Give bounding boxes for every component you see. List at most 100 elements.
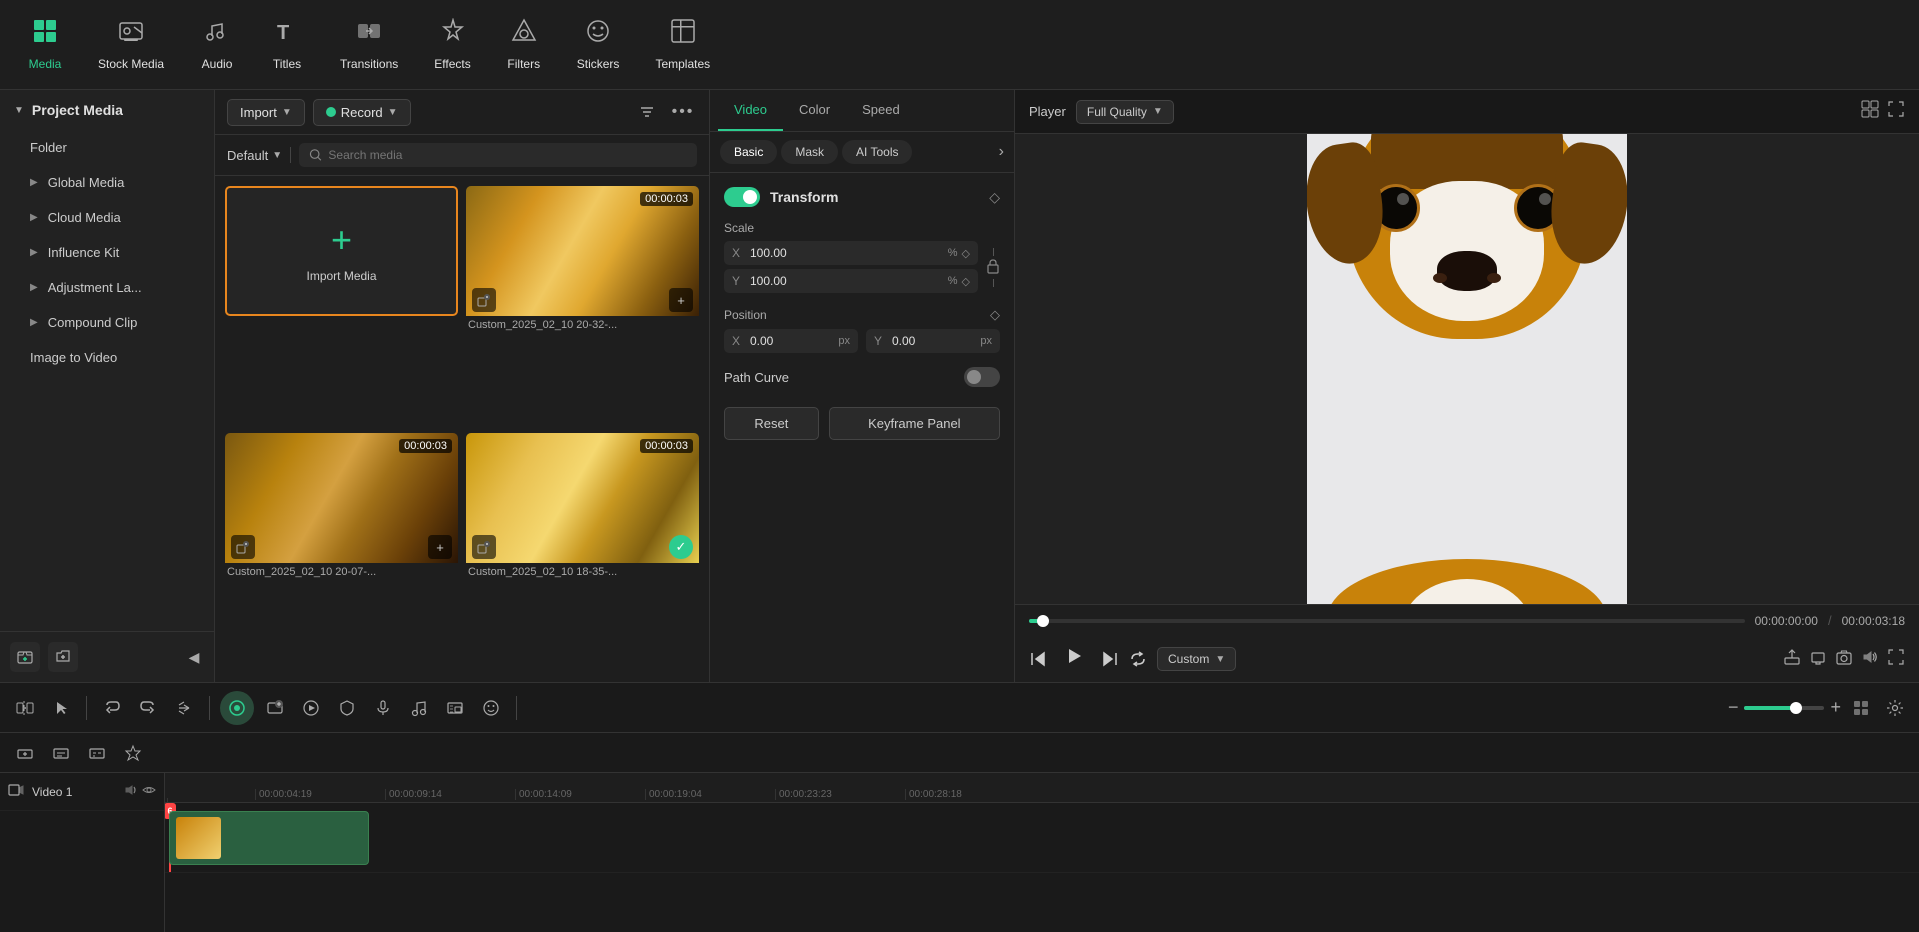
sidebar-item-adjustment-layer[interactable]: ▶ Adjustment La... xyxy=(0,270,214,305)
track-eye-icon[interactable] xyxy=(142,783,156,800)
ruler-mark-4: 00:00:19:04 xyxy=(645,789,705,800)
tl-play-forward-button[interactable] xyxy=(296,693,326,723)
sidebar-item-folder[interactable]: Folder xyxy=(0,130,214,165)
scale-x-input[interactable]: X % ◇ xyxy=(724,241,978,265)
tl-playhead-button[interactable] xyxy=(220,691,254,725)
position-x-input[interactable]: X px xyxy=(724,329,858,353)
nav-stock-media[interactable]: Stock Media xyxy=(80,11,182,79)
transform-toggle[interactable] xyxy=(724,187,760,207)
volume-button[interactable] xyxy=(1861,648,1879,671)
tl-captions-button[interactable] xyxy=(46,738,76,768)
nav-media[interactable]: Media xyxy=(10,10,80,79)
media-item-clip2[interactable]: 00:00:03 + Custom_2025_02_10 20-07-... xyxy=(225,433,458,672)
nav-audio[interactable]: Audio xyxy=(182,10,252,79)
record-button[interactable]: Record ▼ xyxy=(313,99,411,126)
position-y-value[interactable] xyxy=(892,334,976,348)
tl-zoom-out-button[interactable]: − xyxy=(1728,697,1739,718)
snapshot-button[interactable] xyxy=(1835,648,1853,671)
export-button[interactable] xyxy=(1783,648,1801,671)
tab-video[interactable]: Video xyxy=(718,90,783,131)
position-diamond-icon[interactable]: ◇ xyxy=(990,307,1000,323)
sidebar-project-media[interactable]: ▼ Project Media xyxy=(0,90,214,130)
sidebar-item-cloud-media[interactable]: ▶ Cloud Media xyxy=(0,200,214,235)
clip3-add-to-timeline-button[interactable] xyxy=(472,535,496,559)
scale-y-input[interactable]: Y % ◇ xyxy=(724,269,978,293)
tl-ai-button[interactable] xyxy=(118,738,148,768)
tl-undo-button[interactable] xyxy=(97,693,127,723)
fullscreen-button[interactable] xyxy=(1887,648,1905,671)
fullscreen-device-button[interactable] xyxy=(1809,648,1827,671)
tl-mic-button[interactable] xyxy=(368,693,398,723)
tl-split-button[interactable] xyxy=(10,693,40,723)
subtabs-more-button[interactable]: › xyxy=(999,143,1004,161)
tl-zoom-in-button[interactable]: + xyxy=(1830,697,1841,718)
new-folder-button[interactable] xyxy=(48,642,78,672)
nav-effects[interactable]: Effects xyxy=(416,10,488,79)
add-media-folder-button[interactable] xyxy=(10,642,40,672)
nav-titles[interactable]: T Titles xyxy=(252,10,322,79)
tl-shield-button[interactable] xyxy=(332,693,362,723)
scale-y-diamond-icon[interactable]: ◇ xyxy=(962,275,970,288)
layout-grid-icon[interactable] xyxy=(1861,100,1879,123)
media-item-clip1[interactable]: 00:00:03 + Custom_2025_02_10 20-32-... xyxy=(466,186,699,425)
subtab-ai-tools[interactable]: AI Tools xyxy=(842,140,912,164)
nav-transitions[interactable]: Transitions xyxy=(322,10,416,79)
sidebar-item-influence-kit[interactable]: ▶ Influence Kit xyxy=(0,235,214,270)
layout-expand-icon[interactable] xyxy=(1887,100,1905,123)
lock-icon[interactable] xyxy=(986,258,1000,277)
tl-zoom-track[interactable] xyxy=(1744,706,1824,710)
nav-stickers[interactable]: Stickers xyxy=(559,10,638,79)
track-volume-icon[interactable] xyxy=(124,783,138,800)
media-item-clip3[interactable]: 00:00:03 ✓ Custom_2025_02_10 18-35-... xyxy=(466,433,699,672)
sidebar-item-image-to-video[interactable]: Image to Video xyxy=(0,340,214,375)
clip1-add-to-timeline-button[interactable] xyxy=(472,288,496,312)
lock-line-bottom xyxy=(993,279,994,287)
scale-x-value[interactable] xyxy=(750,246,944,260)
position-y-input[interactable]: Y px xyxy=(866,329,1000,353)
subtab-basic[interactable]: Basic xyxy=(720,140,777,164)
nav-filters[interactable]: Filters xyxy=(489,10,559,79)
filter-icon-button[interactable] xyxy=(633,98,661,126)
search-input[interactable] xyxy=(328,148,687,162)
sidebar-collapse-button[interactable]: ◀ xyxy=(184,647,204,667)
tl-sticker-track-button[interactable] xyxy=(82,738,112,768)
time-slider[interactable] xyxy=(1029,619,1745,623)
tab-speed[interactable]: Speed xyxy=(846,90,916,131)
timeline-clip-video1[interactable] xyxy=(169,811,369,865)
tab-color[interactable]: Color xyxy=(783,90,846,131)
sidebar-item-compound-clip[interactable]: ▶ Compound Clip xyxy=(0,305,214,340)
tl-music-button[interactable] xyxy=(404,693,434,723)
playback-speed-select[interactable]: Custom ▼ xyxy=(1157,647,1236,671)
tl-pip-button[interactable] xyxy=(440,693,470,723)
tl-add-media-button[interactable] xyxy=(260,693,290,723)
more-options-button[interactable]: ••• xyxy=(669,98,697,126)
tl-select-button[interactable] xyxy=(46,693,76,723)
tl-add-track-button[interactable] xyxy=(10,738,40,768)
tl-settings-button[interactable] xyxy=(1881,694,1909,722)
nav-templates[interactable]: Templates xyxy=(637,10,728,79)
clip2-more-button[interactable]: + xyxy=(428,535,452,559)
reset-button[interactable]: Reset xyxy=(724,407,819,440)
import-button[interactable]: Import ▼ xyxy=(227,99,305,126)
position-x-value[interactable] xyxy=(750,334,834,348)
play-button[interactable] xyxy=(1057,642,1091,676)
skip-forward-button[interactable] xyxy=(1101,650,1119,668)
tl-emoji-button[interactable] xyxy=(476,693,506,723)
sidebar-item-global-media[interactable]: ▶ Global Media xyxy=(0,165,214,200)
clip2-add-to-timeline-button[interactable] xyxy=(231,535,255,559)
subtab-mask[interactable]: Mask xyxy=(781,140,838,164)
tl-redo-button[interactable] xyxy=(133,693,163,723)
clip1-more-button[interactable]: + xyxy=(669,288,693,312)
transform-diamond-icon[interactable]: ◇ xyxy=(989,189,1000,206)
tl-grid-button[interactable] xyxy=(1847,694,1875,722)
tl-more-button[interactable] xyxy=(169,693,199,723)
import-media-placeholder[interactable]: + Import Media xyxy=(225,186,458,316)
path-curve-toggle[interactable] xyxy=(964,367,1000,387)
keyframe-panel-button[interactable]: Keyframe Panel xyxy=(829,407,1000,440)
quality-select[interactable]: Full Quality ▼ xyxy=(1076,100,1174,124)
scale-y-value[interactable] xyxy=(750,274,944,288)
sort-select[interactable]: Default ▼ xyxy=(227,148,282,163)
loop-button[interactable] xyxy=(1129,650,1147,668)
skip-back-button[interactable] xyxy=(1029,650,1047,668)
scale-x-diamond-icon[interactable]: ◇ xyxy=(962,247,970,260)
